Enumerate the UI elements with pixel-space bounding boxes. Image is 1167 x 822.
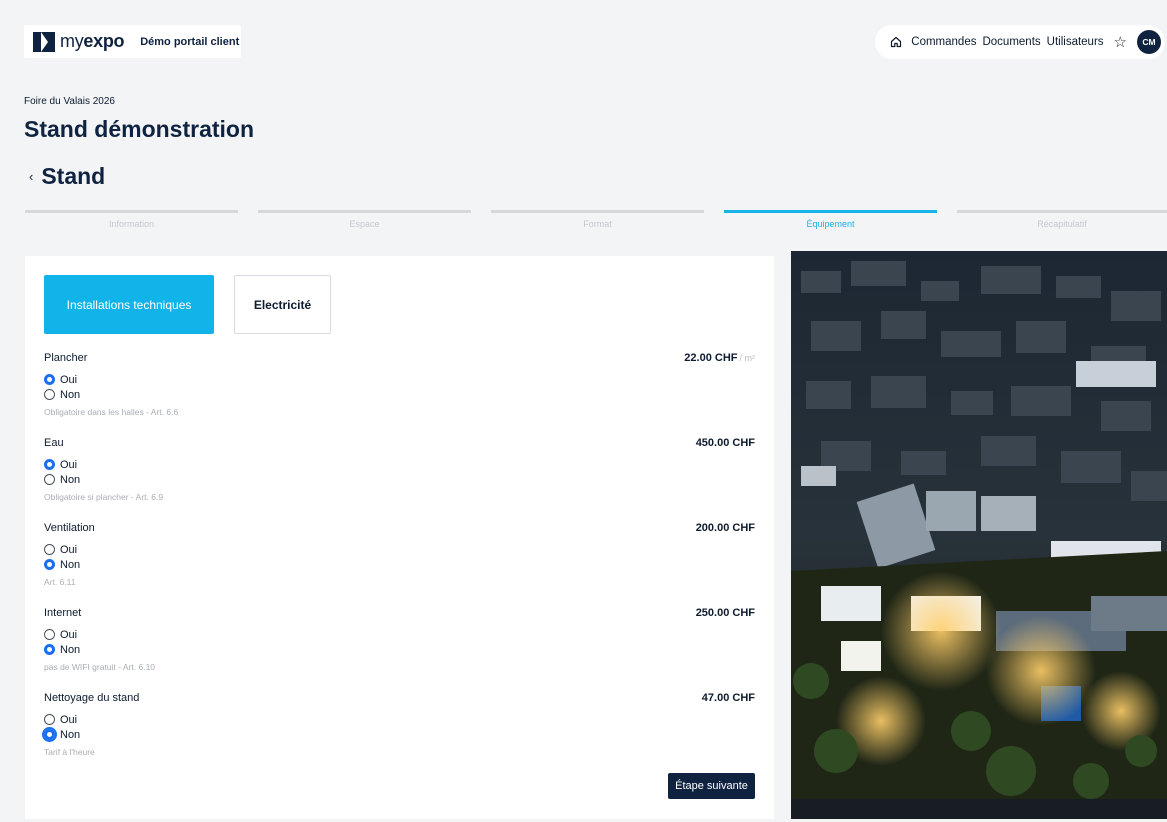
option-name: Nettoyage du stand: [44, 692, 140, 704]
star-icon[interactable]: ☆: [1114, 35, 1127, 50]
option-price: 200.00 CHF: [695, 522, 755, 534]
option-plancher: Plancher 22.00 CHF / m² Oui Non Obligatoir…: [44, 352, 755, 417]
radio-empty-icon[interactable]: [44, 474, 55, 485]
option-ventilation: Ventilation 200.00 CHF Oui Non Art. 6.11: [44, 522, 755, 587]
step-label: Équipement: [806, 219, 855, 229]
option-name: Internet: [44, 607, 82, 619]
step-bar: [957, 210, 1167, 213]
equipment-tabs: Installations techniques Electricité: [44, 275, 331, 334]
radio-non[interactable]: Non: [44, 558, 755, 571]
option-price: 250.00 CHF: [695, 607, 755, 619]
radio-oui[interactable]: Oui: [44, 458, 755, 471]
option-internet: Internet 250.00 CHF Oui Non pas de WIFI g…: [44, 607, 755, 672]
option-note: Obligatoire si plancher - Art. 6.9: [44, 492, 164, 502]
step-label: Format: [583, 219, 612, 229]
radio-empty-icon[interactable]: [44, 544, 55, 555]
event-name: Foire du Valais 2026: [24, 96, 115, 107]
section-header: ‹ Stand: [29, 163, 105, 190]
page-title: Stand démonstration: [24, 116, 255, 142]
progress-stepper: Information Espace Format Équipement Réc…: [25, 210, 1167, 234]
option-price: 450.00 CHF: [695, 437, 755, 449]
step-format[interactable]: Format: [491, 210, 704, 229]
radio-oui[interactable]: Oui: [44, 543, 755, 556]
equipment-card: Installations techniques Electricité Pla…: [25, 256, 774, 819]
option-name: Ventilation: [44, 522, 95, 534]
option-price: 22.00 CHF / m²: [684, 352, 755, 364]
top-navigation: Commandes Documents Utilisateurs ☆ CM: [875, 25, 1165, 59]
next-step-button[interactable]: Étape suivante: [668, 773, 755, 799]
step-bar: [724, 210, 937, 213]
option-eau: Eau 450.00 CHF Oui Non Obligatoire si pla…: [44, 437, 755, 502]
step-label: Récapitulatif: [1037, 219, 1087, 229]
logo-text: myexpo: [60, 31, 125, 51]
option-price: 47.00 CHF: [701, 692, 755, 704]
option-name: Eau: [44, 437, 64, 449]
option-note: Tarif à l'heure: [44, 747, 95, 757]
radio-oui[interactable]: Oui: [44, 713, 755, 726]
chevron-left-icon[interactable]: ‹: [29, 169, 33, 184]
radio-oui[interactable]: Oui: [44, 373, 755, 386]
tab-electricite[interactable]: Electricité: [234, 275, 331, 334]
radio-selected-icon[interactable]: [44, 644, 55, 655]
nav-commandes[interactable]: Commandes: [911, 36, 976, 48]
radio-non[interactable]: Non: [44, 388, 755, 401]
radio-selected-icon[interactable]: [44, 729, 55, 740]
option-note: Obligatoire dans les halles - Art. 6.6: [44, 407, 179, 417]
section-title: Stand: [41, 163, 106, 189]
home-icon[interactable]: [889, 35, 903, 49]
step-equipement[interactable]: Équipement: [724, 210, 937, 229]
portal-name: Démo portail client: [140, 35, 240, 48]
radio-non[interactable]: Non: [44, 643, 755, 656]
myexpo-logo-icon: [33, 31, 55, 52]
step-recapitulatif[interactable]: Récapitulatif: [957, 210, 1167, 229]
radio-non[interactable]: Non: [44, 473, 755, 486]
radio-oui[interactable]: Oui: [44, 628, 755, 641]
nav-documents[interactable]: Documents: [982, 36, 1040, 48]
radio-selected-icon[interactable]: [44, 459, 55, 470]
option-note: Art. 6.11: [44, 577, 76, 587]
radio-empty-icon[interactable]: [44, 714, 55, 725]
step-information[interactable]: Information: [25, 210, 238, 229]
event-aerial-photo: [791, 251, 1167, 819]
radio-empty-icon[interactable]: [44, 629, 55, 640]
step-label: Information: [108, 219, 155, 229]
option-name: Plancher: [44, 352, 88, 364]
user-avatar[interactable]: CM: [1137, 30, 1161, 54]
radio-empty-icon[interactable]: [44, 389, 55, 400]
radio-selected-icon[interactable]: [44, 559, 55, 570]
step-bar: [25, 210, 238, 213]
tab-installations-techniques[interactable]: Installations techniques: [44, 275, 214, 334]
step-bar: [258, 210, 471, 213]
brand-header[interactable]: myexpo Démo portail client: [24, 25, 241, 58]
option-note: pas de WIFI gratuit - Art. 6.10: [44, 662, 156, 672]
step-bar: [491, 210, 704, 213]
nav-utilisateurs[interactable]: Utilisateurs: [1047, 36, 1104, 48]
step-espace[interactable]: Espace: [258, 210, 471, 229]
radio-selected-icon[interactable]: [44, 374, 55, 385]
option-nettoyage: Nettoyage du stand 47.00 CHF Oui Non Tari…: [44, 692, 755, 757]
radio-non[interactable]: Non: [44, 728, 755, 741]
step-label: Espace: [349, 219, 380, 229]
